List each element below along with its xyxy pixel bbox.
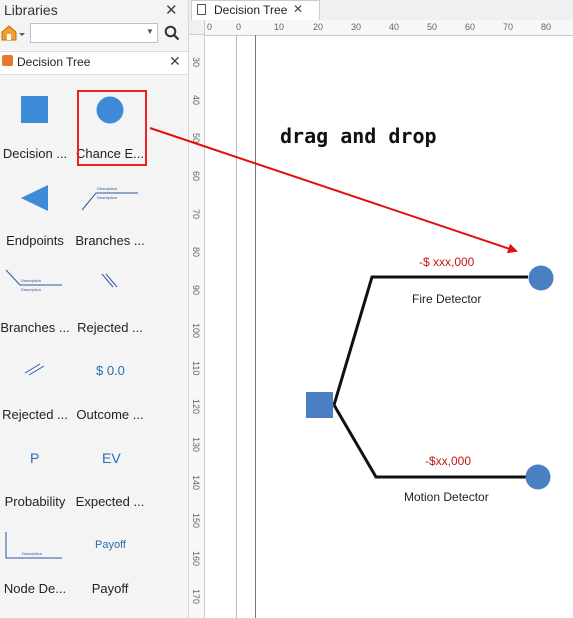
chance-node-lower [525,464,551,490]
branch-label[interactable]: Fire Detector [412,292,481,306]
chance-node-upper [528,265,554,291]
diagram-layer [149,127,554,490]
branch-label[interactable]: Motion Detector [404,490,489,504]
branch-value[interactable]: -$xx,000 [425,454,471,468]
branch-value[interactable]: -$ xxx,000 [419,255,474,269]
decision-node [306,392,333,418]
drag-arrow [149,127,518,254]
